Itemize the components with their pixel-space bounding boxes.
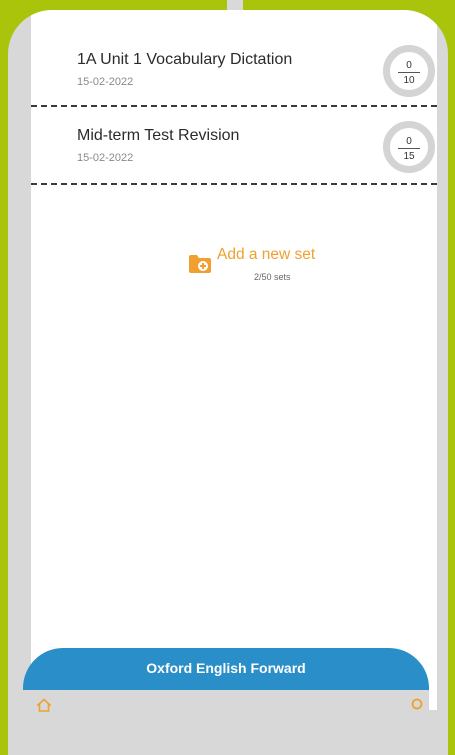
set-date: 15-02-2022: [77, 76, 134, 88]
set-list-screen: 1A Unit 1 Vocabulary Dictation 15-02-202…: [31, 10, 437, 710]
app-title: Oxford English Forward: [146, 660, 306, 676]
folder-add-icon: [189, 255, 211, 273]
set-count: 2/50 sets: [254, 272, 291, 282]
score-value: 0: [406, 136, 412, 147]
set-list-item[interactable]: 1A Unit 1 Vocabulary Dictation 15-02-202…: [31, 29, 437, 107]
home-icon[interactable]: [37, 698, 51, 712]
set-title: 1A Unit 1 Vocabulary Dictation: [77, 51, 293, 68]
score-divider: [398, 72, 420, 73]
score-divider: [398, 148, 420, 149]
set-title: Mid-term Test Revision: [77, 127, 240, 144]
add-new-set-button[interactable]: Add a new set 2/50 sets: [188, 246, 348, 288]
score-badge: 0 10: [383, 45, 435, 97]
score-value: 0: [406, 60, 412, 71]
set-list-item[interactable]: Mid-term Test Revision 15-02-2022 0 15: [31, 107, 437, 185]
score-total: 10: [403, 75, 415, 86]
bottom-nav: [23, 690, 429, 720]
circle-icon[interactable]: [411, 698, 423, 710]
device-frame: 1A Unit 1 Vocabulary Dictation 15-02-202…: [8, 10, 448, 755]
score-badge: 0 15: [383, 121, 435, 173]
score-total: 15: [403, 151, 415, 162]
set-date: 15-02-2022: [77, 152, 134, 164]
add-set-label: Add a new set: [217, 246, 316, 263]
